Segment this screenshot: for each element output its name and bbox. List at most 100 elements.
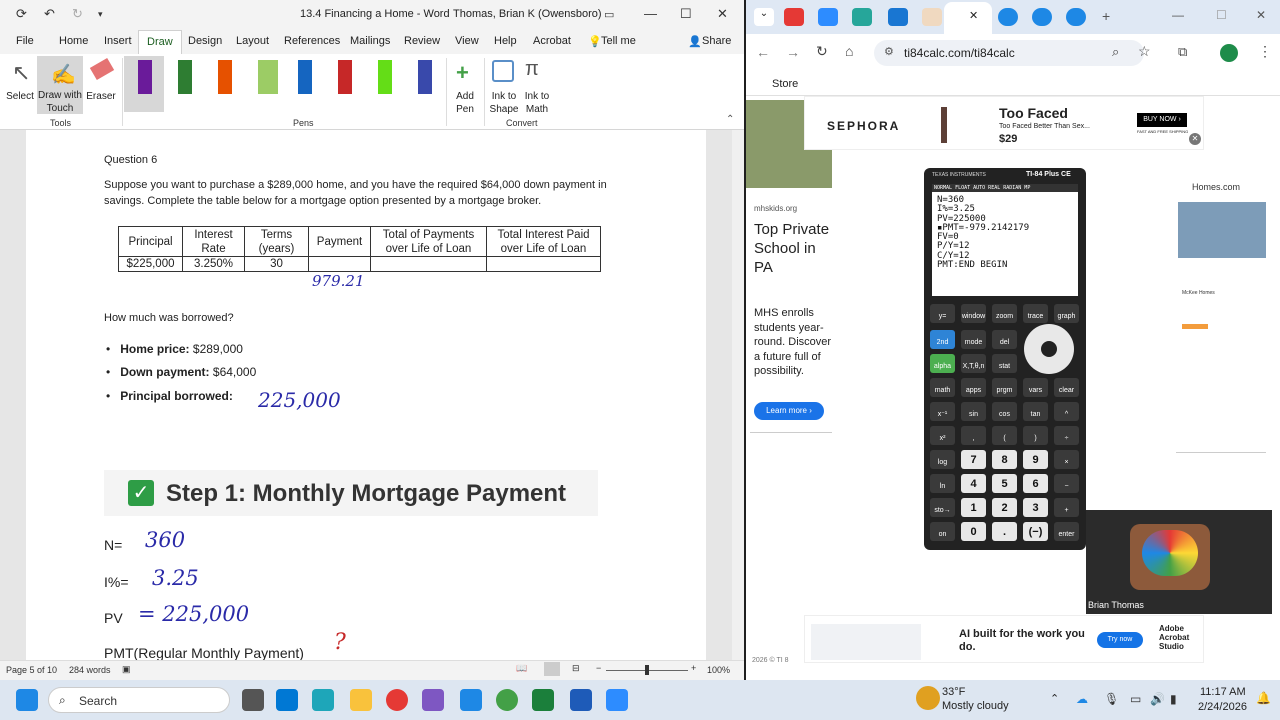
calc-key[interactable]: 7 bbox=[961, 450, 986, 469]
pen-galaxy[interactable] bbox=[418, 60, 432, 94]
reload-icon[interactable]: ↻ bbox=[816, 43, 828, 60]
volume-icon[interactable]: 🔊 bbox=[1150, 692, 1165, 706]
acrobat-ad[interactable]: AI built for the work you do. Try now Ad… bbox=[804, 615, 1204, 663]
add-pen-button[interactable]: Add Pen bbox=[450, 90, 480, 116]
close-button[interactable]: ✕ bbox=[717, 6, 728, 22]
edge-icon[interactable] bbox=[312, 689, 334, 711]
calc-key[interactable]: stat bbox=[992, 354, 1017, 373]
forward-icon[interactable]: → bbox=[786, 44, 800, 60]
calc-key[interactable]: vars bbox=[1023, 378, 1048, 397]
calc-key[interactable]: graph bbox=[1054, 304, 1079, 323]
calc-key[interactable]: mode bbox=[961, 330, 986, 349]
taskview-icon[interactable] bbox=[242, 689, 264, 711]
tab-insert[interactable]: Insert bbox=[104, 35, 132, 47]
web-layout-icon[interactable]: ⊟ bbox=[572, 663, 580, 674]
new-tab-icon[interactable]: + bbox=[1102, 8, 1110, 24]
calc-key[interactable]: X,T,θ,n bbox=[961, 354, 986, 373]
ad-close-icon[interactable]: ✕ bbox=[1189, 133, 1201, 145]
customize-qat-icon[interactable]: ▾ bbox=[98, 9, 103, 20]
tab-home[interactable]: Home bbox=[59, 35, 88, 47]
calc-key[interactable]: 2nd bbox=[930, 330, 955, 349]
table-cell[interactable]: $225,000 bbox=[118, 256, 183, 272]
calc-key[interactable]: 5 bbox=[992, 474, 1017, 493]
homes-brand[interactable]: Homes.com bbox=[1192, 182, 1240, 192]
display-icon[interactable]: ▭ bbox=[1130, 692, 1141, 706]
calc-key[interactable]: clear bbox=[1054, 378, 1079, 397]
tab-a[interactable] bbox=[888, 8, 908, 26]
home-icon[interactable]: ⌂ bbox=[845, 43, 853, 59]
table-cell[interactable] bbox=[308, 256, 371, 272]
word-count[interactable]: 284 words bbox=[69, 665, 111, 675]
windows-start-icon[interactable] bbox=[16, 689, 38, 711]
tab-search-icon[interactable]: ⌄ bbox=[754, 8, 774, 26]
tab-ti84[interactable] bbox=[922, 8, 942, 26]
calc-key[interactable]: . bbox=[992, 522, 1017, 541]
url-bar[interactable]: ⚙ ti84calc.com/ti84calc bbox=[874, 40, 1144, 66]
calc-key[interactable]: 9 bbox=[1023, 450, 1048, 469]
calc-key[interactable]: 6 bbox=[1023, 474, 1048, 493]
taskbar-search[interactable]: ⌕ Search bbox=[48, 687, 230, 713]
zoom-out-icon[interactable]: − bbox=[596, 663, 601, 673]
extensions-icon[interactable]: ⧉ bbox=[1178, 44, 1187, 60]
explorer-icon[interactable] bbox=[350, 689, 372, 711]
share-button[interactable]: Share bbox=[702, 35, 731, 47]
chrome-profile-icon[interactable] bbox=[496, 689, 518, 711]
try-now-button[interactable]: Try now bbox=[1097, 632, 1143, 648]
pen-bright-green[interactable] bbox=[378, 60, 392, 94]
zoom-lens-icon[interactable]: ⌕ bbox=[1112, 44, 1119, 60]
calc-key[interactable]: ( bbox=[992, 426, 1017, 445]
print-layout-icon[interactable] bbox=[544, 662, 560, 676]
mic-icon[interactable]: 🎙 bbox=[1104, 692, 1119, 706]
calc-key[interactable]: y= bbox=[930, 304, 955, 323]
excel-icon[interactable] bbox=[532, 689, 554, 711]
calc-key[interactable]: prgm bbox=[992, 378, 1017, 397]
zoom-level[interactable]: 100% bbox=[707, 665, 730, 675]
calc-key[interactable]: (−) bbox=[1023, 522, 1048, 541]
arrow-dpad[interactable] bbox=[1024, 324, 1074, 374]
calc-key[interactable]: ^ bbox=[1054, 402, 1079, 421]
collapse-ribbon-icon[interactable]: ⌃ bbox=[726, 114, 734, 125]
battery-icon[interactable]: ▮ bbox=[1170, 692, 1177, 706]
calc-key[interactable]: alpha bbox=[930, 354, 955, 373]
calc-key[interactable]: 0 bbox=[961, 522, 986, 541]
tab-draw[interactable]: Draw bbox=[138, 30, 182, 54]
vertical-scrollbar[interactable] bbox=[732, 130, 744, 660]
word-icon[interactable] bbox=[570, 689, 592, 711]
ink-math-button[interactable]: Ink to Math bbox=[522, 90, 552, 116]
calc-key[interactable]: log bbox=[930, 450, 955, 469]
tab-p3[interactable] bbox=[1066, 8, 1086, 26]
pen-purple[interactable] bbox=[138, 60, 152, 94]
calc-key[interactable]: 4 bbox=[961, 474, 986, 493]
chrome-icon[interactable] bbox=[386, 689, 408, 711]
bookmark-star-icon[interactable]: ☆ bbox=[1138, 43, 1151, 60]
weather-temp[interactable]: 33°F bbox=[942, 686, 965, 698]
table-cell[interactable]: 3.250% bbox=[182, 256, 245, 272]
pen-red[interactable] bbox=[338, 60, 352, 94]
zoom-icon[interactable] bbox=[606, 689, 628, 711]
calc-key[interactable]: 1 bbox=[961, 498, 986, 517]
back-icon[interactable]: ← bbox=[756, 44, 770, 60]
tab-zoom[interactable] bbox=[818, 8, 838, 26]
undo-icon[interactable]: ↶ bbox=[44, 6, 55, 22]
table-cell[interactable] bbox=[370, 256, 487, 272]
read-mode-icon[interactable]: 📖 bbox=[516, 663, 527, 674]
calc-key[interactable]: 2 bbox=[992, 498, 1017, 517]
active-tab[interactable] bbox=[944, 2, 992, 34]
onedrive-icon[interactable]: ☁ bbox=[1076, 692, 1088, 706]
calc-key[interactable]: trace bbox=[1023, 304, 1048, 323]
calc-key[interactable]: x² bbox=[930, 426, 955, 445]
calc-key[interactable]: ln bbox=[930, 474, 955, 493]
calc-key[interactable]: zoom bbox=[992, 304, 1017, 323]
homes-button[interactable] bbox=[1182, 324, 1208, 329]
tab-file[interactable]: File bbox=[16, 35, 34, 47]
zoom-in-icon[interactable]: + bbox=[691, 663, 696, 673]
highlighter-lime[interactable] bbox=[258, 60, 278, 94]
tab-acrobat[interactable]: Acrobat bbox=[533, 35, 571, 47]
calc-key[interactable]: math bbox=[930, 378, 955, 397]
calc-key[interactable]: 8 bbox=[992, 450, 1017, 469]
clock-date[interactable]: 2/24/2026 bbox=[1198, 701, 1247, 713]
tab-mailings[interactable]: Mailings bbox=[350, 35, 390, 47]
calc-key[interactable]: enter bbox=[1054, 522, 1079, 541]
minimize-button[interactable]: — bbox=[644, 6, 657, 21]
calc-key[interactable]: ÷ bbox=[1054, 426, 1079, 445]
